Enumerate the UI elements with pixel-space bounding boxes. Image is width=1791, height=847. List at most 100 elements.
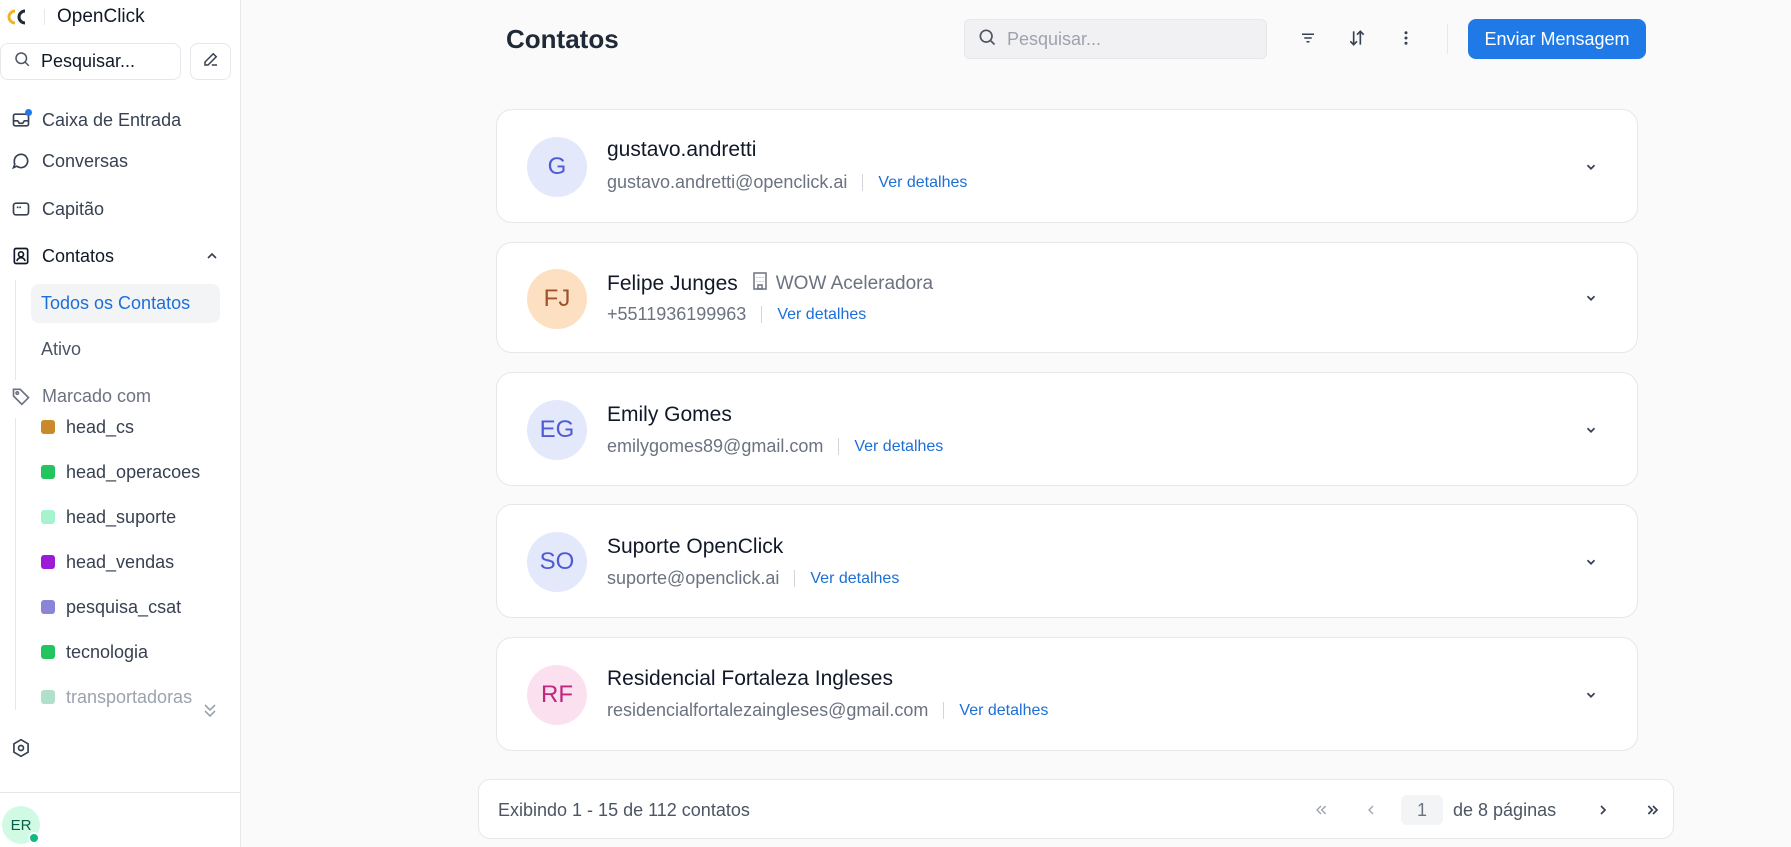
sidebar-search[interactable]: Pesquisar... bbox=[0, 43, 181, 80]
view-details-link[interactable]: Ver detalhes bbox=[854, 438, 943, 456]
tag-label: head_suporte bbox=[66, 506, 177, 527]
contact-sub-row: gustavo.andretti@openclick.ai Ver detalh… bbox=[607, 172, 967, 193]
contact-card[interactable]: EG Emily Gomes emilygomes89@gmail.com Ve… bbox=[496, 372, 1638, 486]
contacts-search[interactable] bbox=[964, 19, 1267, 59]
divider bbox=[761, 306, 763, 323]
contact-name-row: Residencial Fortaleza Ingleses bbox=[607, 667, 893, 691]
chevron-down-icon[interactable] bbox=[1581, 685, 1601, 705]
contact-card[interactable]: G gustavo.andretti gustavo.andretti@open… bbox=[496, 109, 1638, 223]
chevron-down-icon[interactable] bbox=[1581, 420, 1601, 440]
chevrons-down-icon[interactable] bbox=[202, 700, 218, 727]
chevron-up-icon[interactable] bbox=[204, 248, 220, 269]
tag-color-swatch bbox=[41, 510, 55, 524]
sidebar-item-settings[interactable] bbox=[10, 732, 42, 764]
tag-item[interactable]: pesquisa_csat bbox=[41, 592, 181, 622]
divider bbox=[838, 438, 840, 455]
contact-name: Residencial Fortaleza Ingleses bbox=[607, 667, 893, 690]
tag-item[interactable]: head_cs bbox=[41, 412, 134, 442]
sidebar-footer-divider bbox=[0, 792, 241, 793]
contact-initials: EG bbox=[539, 416, 575, 443]
gear-icon bbox=[10, 737, 32, 759]
contact-company: WOW Aceleradora bbox=[752, 272, 933, 296]
company-name: WOW Aceleradora bbox=[775, 273, 934, 294]
sidebar-item-conversations[interactable]: Conversas bbox=[10, 145, 128, 177]
chevrons-right-icon bbox=[1647, 805, 1659, 815]
chevron-down-icon[interactable] bbox=[1581, 552, 1601, 572]
total-pages-label: de 8 páginas bbox=[1453, 800, 1557, 820]
view-details-link[interactable]: Ver detalhes bbox=[810, 570, 899, 588]
view-details-link[interactable]: Ver detalhes bbox=[959, 702, 1048, 720]
contact-avatar: SO bbox=[527, 532, 587, 592]
contact-card[interactable]: SO Suporte OpenClick suporte@openclick.a… bbox=[496, 504, 1638, 618]
contact-name: Felipe Junges bbox=[607, 272, 738, 295]
contact-name: Emily Gomes bbox=[607, 403, 732, 426]
sidebar-item-contacts[interactable]: Contatos bbox=[10, 240, 114, 272]
contact-avatar: FJ bbox=[527, 269, 587, 329]
divider bbox=[862, 174, 864, 191]
more-options-button[interactable] bbox=[1393, 27, 1419, 53]
divider bbox=[943, 702, 945, 719]
divider bbox=[794, 570, 796, 587]
contact-avatar: G bbox=[527, 137, 587, 197]
send-message-button[interactable]: Enviar Mensagem bbox=[1468, 19, 1646, 59]
inbox-icon bbox=[10, 109, 32, 131]
search-input[interactable] bbox=[1007, 28, 1257, 50]
chevron-down-icon[interactable] bbox=[1581, 157, 1601, 177]
sidebar-item-label: Conversas bbox=[42, 150, 129, 171]
tag-item[interactable]: transportadoras bbox=[41, 682, 192, 712]
contact-card[interactable]: FJ Felipe Junges WOW Aceleradora +551193… bbox=[496, 242, 1638, 353]
contact-name-row: Felipe Junges WOW Aceleradora bbox=[607, 272, 933, 296]
contact-name: Suporte OpenClick bbox=[607, 535, 784, 558]
contact-initials: SO bbox=[539, 548, 575, 575]
chat-bubble-icon bbox=[10, 150, 32, 172]
contact-name: gustavo.andretti bbox=[607, 138, 757, 161]
previous-page-button[interactable] bbox=[1357, 796, 1385, 824]
sidebar-search-label: Pesquisar... bbox=[41, 51, 136, 71]
sort-button[interactable] bbox=[1344, 27, 1370, 53]
contact-name-row: Suporte OpenClick bbox=[607, 535, 783, 559]
contact-card[interactable]: RF Residencial Fortaleza Ingleses reside… bbox=[496, 637, 1638, 751]
tag-label: pesquisa_csat bbox=[66, 596, 182, 617]
tag-color-swatch bbox=[41, 420, 55, 434]
tag-item[interactable]: head_vendas bbox=[41, 547, 174, 577]
tag-item[interactable]: head_operacoes bbox=[41, 457, 200, 487]
tag-item[interactable]: head_suporte bbox=[41, 502, 176, 532]
sub-rail bbox=[15, 280, 16, 380]
compose-button[interactable] bbox=[190, 43, 231, 80]
tag-label: head_vendas bbox=[66, 551, 175, 572]
sidebar-item-active[interactable]: Ativo bbox=[31, 330, 220, 369]
contact-sub-row: +5511936199963 Ver detalhes bbox=[607, 304, 866, 325]
filter-button[interactable] bbox=[1295, 27, 1321, 53]
contact-initials: FJ bbox=[543, 285, 571, 312]
contact-sub-row: suporte@openclick.ai Ver detalhes bbox=[607, 568, 899, 589]
current-page-number[interactable]: 1 bbox=[1401, 795, 1443, 825]
header-divider bbox=[1447, 24, 1448, 54]
contact-name-row: Emily Gomes bbox=[607, 403, 732, 427]
tag-color-swatch bbox=[41, 645, 55, 659]
sidebar-item-label: Contatos bbox=[42, 245, 115, 266]
tag-color-swatch bbox=[41, 465, 55, 479]
contact-avatar: RF bbox=[527, 665, 587, 725]
sidebar-item-label: Caixa de Entrada bbox=[42, 109, 182, 130]
first-page-button[interactable] bbox=[1307, 796, 1335, 824]
search-icon bbox=[977, 27, 997, 52]
brand[interactable]: OpenClick bbox=[4, 5, 145, 29]
sidebar-item-captain[interactable]: Capitão bbox=[10, 193, 104, 225]
chevron-right-icon bbox=[1600, 805, 1607, 815]
view-details-link[interactable]: Ver detalhes bbox=[878, 174, 967, 192]
tag-item[interactable]: tecnologia bbox=[41, 637, 148, 667]
user-avatar[interactable]: ER bbox=[2, 806, 40, 844]
last-page-button[interactable] bbox=[1639, 796, 1667, 824]
next-page-button[interactable] bbox=[1589, 796, 1617, 824]
bot-icon bbox=[10, 198, 32, 220]
pagination-summary: Exibindo 1 - 15 de 112 contatos bbox=[498, 800, 750, 820]
openclick-logo-icon bbox=[4, 5, 30, 29]
sidebar-item-inbox[interactable]: Caixa de Entrada bbox=[10, 104, 181, 136]
chevron-left-icon bbox=[1368, 805, 1374, 815]
contact-phone: +5511936199963 bbox=[607, 304, 747, 324]
sidebar-item-all-contacts[interactable]: Todos os Contatos bbox=[31, 284, 220, 323]
view-details-link[interactable]: Ver detalhes bbox=[777, 306, 866, 324]
chevron-down-icon[interactable] bbox=[1581, 288, 1601, 308]
contact-email: gustavo.andretti@openclick.ai bbox=[607, 172, 848, 192]
sidebar-section-tags[interactable]: Marcado com bbox=[10, 380, 151, 412]
